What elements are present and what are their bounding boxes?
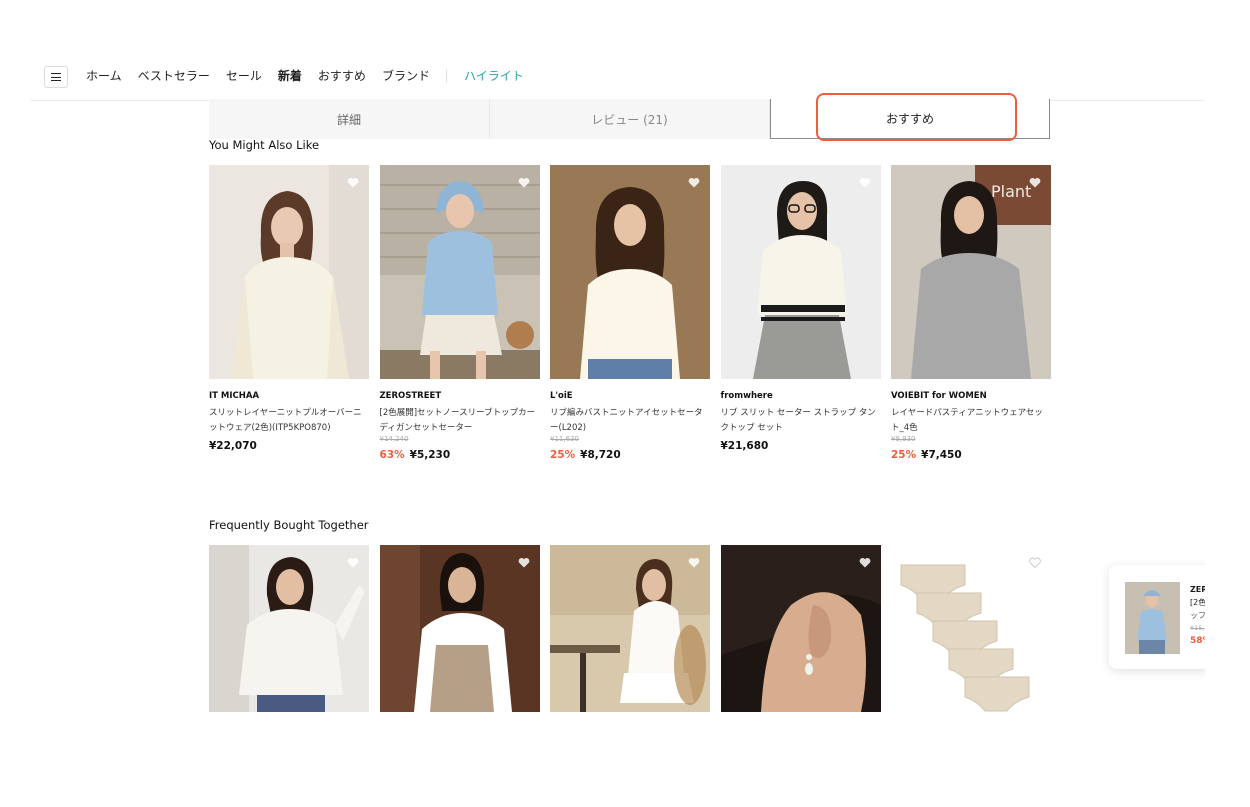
product-image[interactable] xyxy=(379,165,540,379)
product-name[interactable]: リブ スリット セーター ストラップ タンクトップ セット xyxy=(721,406,879,436)
nav-new[interactable]: 新着 xyxy=(278,67,302,84)
product-card[interactable]: Plant VOIEBIT for WOMEN レイヤードパスティアニットウェア… xyxy=(891,165,1051,462)
product-brand: ZEROSTREET xyxy=(379,391,442,401)
product-card[interactable]: L'oiE リブ編みバストニットアイセットセーター(L202) ¥11,630 … xyxy=(550,165,710,462)
tab-recommended[interactable]: おすすめ xyxy=(770,99,1050,139)
wishlist-heart-icon[interactable] xyxy=(859,557,871,568)
nav-links: ホーム ベストセラー セール 新着 おすすめ ブランド ハイライト xyxy=(86,67,540,84)
nav-bestseller[interactable]: ベストセラー xyxy=(138,67,210,84)
nav-brand[interactable]: ブランド xyxy=(382,67,430,84)
wishlist-heart-icon[interactable] xyxy=(688,557,700,568)
product-image[interactable] xyxy=(720,545,881,712)
wishlist-heart-icon[interactable] xyxy=(347,177,359,188)
section-title-you-might-also-like: You Might Also Like xyxy=(209,138,320,152)
product-brand: L'oiE xyxy=(550,391,573,401)
wishlist-heart-icon[interactable] xyxy=(347,557,359,568)
product-image[interactable] xyxy=(209,165,369,379)
product-tabs: 詳細 レビュー (21) おすすめ xyxy=(209,99,1050,139)
recent-product-image[interactable] xyxy=(1125,582,1180,654)
product-card[interactable]: IT MICHAA スリットレイヤーニットプルオーバーニットウェア(2色)(IT… xyxy=(209,165,369,462)
wishlist-heart-icon[interactable] xyxy=(1029,557,1041,568)
product-brand: IT MICHAA xyxy=(209,391,260,401)
product-image[interactable] xyxy=(209,545,369,712)
top-nav: ホーム ベストセラー セール 新着 おすすめ ブランド ハイライト xyxy=(30,58,1205,101)
wishlist-heart-icon[interactable] xyxy=(518,557,530,568)
wishlist-heart-icon[interactable] xyxy=(518,177,530,188)
section-title-frequently-bought-together: Frequently Bought Together xyxy=(209,518,369,532)
product-discount: 63% xyxy=(379,449,405,461)
product-price: ¥5,230 xyxy=(409,449,451,461)
product-name[interactable]: レイヤードパスティアニットウェアセット_4色 xyxy=(891,406,1049,436)
product-name[interactable]: [2色展開]セットノースリーブトップカーディガンセットセーター xyxy=(380,406,538,436)
product-price: ¥21,680 xyxy=(720,440,769,452)
product-original-price: ¥14,240 xyxy=(379,435,409,443)
product-price: ¥22,070 xyxy=(209,440,257,452)
nav-highlight[interactable]: ハイライト xyxy=(464,67,524,84)
nav-recommended[interactable]: おすすめ xyxy=(318,67,366,84)
product-discount: 25% xyxy=(891,449,917,461)
product-brand: fromwhere xyxy=(720,391,773,401)
product-image[interactable] xyxy=(720,165,881,379)
product-name[interactable]: リブ編みバストニットアイセットセーター(L202) xyxy=(550,406,708,436)
product-brand: VOIEBIT for WOMEN xyxy=(891,391,987,401)
product-image[interactable]: Plant xyxy=(891,165,1051,379)
product-card[interactable] xyxy=(720,545,881,712)
product-card[interactable]: fromwhere リブ スリット セーター ストラップ タンクトップ セット … xyxy=(720,165,881,462)
product-original-price: ¥11,630 xyxy=(550,435,579,443)
product-card[interactable] xyxy=(209,545,369,712)
svg-text:Plant: Plant xyxy=(991,182,1031,201)
product-image[interactable] xyxy=(550,165,710,379)
product-image[interactable] xyxy=(550,545,710,712)
product-image[interactable] xyxy=(379,545,540,712)
bought-together-grid xyxy=(209,545,1051,712)
product-price: ¥7,450 xyxy=(921,449,962,461)
nav-divider xyxy=(445,69,447,82)
product-card[interactable] xyxy=(891,545,1051,712)
product-price: ¥8,720 xyxy=(580,449,621,461)
product-image[interactable] xyxy=(891,545,1051,712)
product-original-price: ¥9,930 xyxy=(891,435,916,443)
product-card[interactable] xyxy=(379,545,540,712)
product-card[interactable] xyxy=(550,545,710,712)
nav-home[interactable]: ホーム xyxy=(86,67,122,84)
wishlist-heart-icon[interactable] xyxy=(859,177,871,188)
wishlist-heart-icon[interactable] xyxy=(688,177,700,188)
wishlist-heart-icon[interactable] xyxy=(1029,177,1041,188)
recommend-grid: IT MICHAA スリットレイヤーニットプルオーバーニットウェア(2色)(IT… xyxy=(209,165,1051,462)
tab-reviews[interactable]: レビュー (21) xyxy=(490,99,770,139)
tab-details[interactable]: 詳細 xyxy=(209,99,490,139)
hamburger-menu-icon[interactable] xyxy=(44,66,68,88)
nav-sale[interactable]: セール xyxy=(226,67,262,84)
product-discount: 25% xyxy=(550,449,576,461)
product-name[interactable]: スリットレイヤーニットプルオーバーニットウェア(2色)(ITP5KPO870) xyxy=(209,406,367,436)
product-card[interactable]: ZEROSTREET [2色展開]セットノースリーブトップカーディガンセットセー… xyxy=(379,165,540,462)
viewport-edge xyxy=(1205,0,1250,807)
recent-product-popup[interactable]: ZER [2色 ッフ ¥15, 58% xyxy=(1109,565,1219,669)
